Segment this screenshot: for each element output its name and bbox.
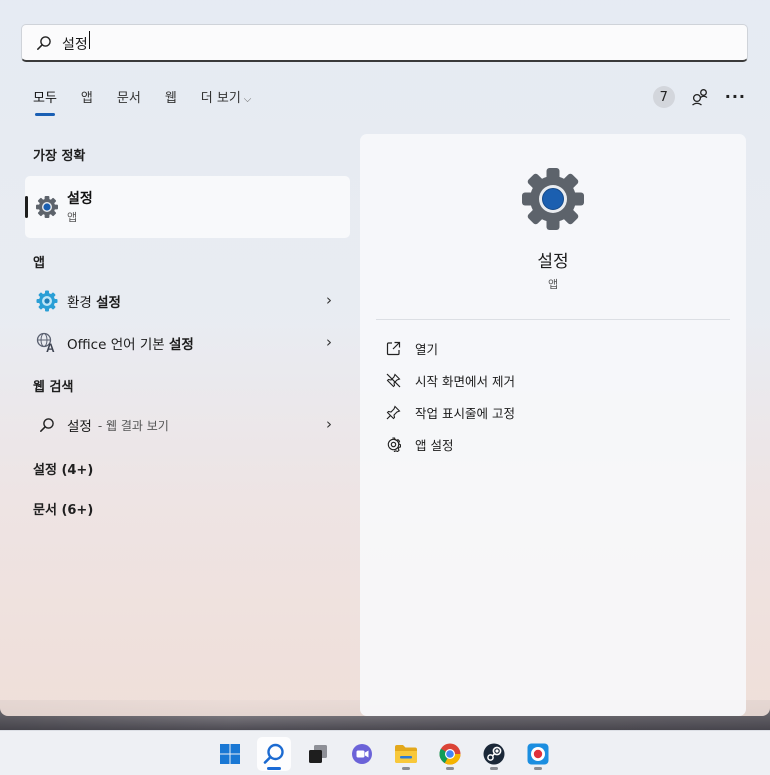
action-app-settings[interactable]: 앱 설정 — [386, 433, 453, 455]
rewards-badge[interactable]: 7 — [652, 86, 675, 108]
settings-gear-icon — [522, 168, 584, 230]
app-result-label: 환경 설정 — [67, 295, 121, 311]
text-caret — [88, 31, 90, 49]
filter-tabs: 모두 앱 문서 웹 더 보기 ⌵ — [21, 84, 264, 116]
web-result-sub: - 웹 결과 보기 — [97, 418, 169, 433]
search-icon — [37, 35, 51, 50]
taskbar — [0, 730, 770, 775]
app-result-office-language-settings[interactable]: A Office 언어 기본 설정 › — [25, 325, 350, 361]
settings-gear-icon — [36, 196, 58, 218]
section-apps: 앱 — [33, 256, 45, 271]
selection-indicator — [25, 196, 28, 218]
unpin-icon — [386, 373, 401, 387]
open-icon — [386, 341, 401, 355]
start-button[interactable] — [213, 737, 247, 771]
record-icon — [527, 743, 549, 765]
action-open[interactable]: 열기 — [386, 337, 438, 359]
chevron-down-icon: ⌵ — [243, 94, 252, 105]
section-settings-more[interactable]: 설정 (4+) — [33, 459, 93, 478]
action-pin-taskbar[interactable]: 작업 표시줄에 고정 — [386, 401, 515, 423]
app-result-label: Office 언어 기본 설정 — [67, 337, 194, 353]
more-options-button[interactable]: ··· — [725, 89, 746, 105]
search-box[interactable]: 설정 — [21, 24, 748, 62]
tab-all[interactable]: 모두 — [21, 85, 69, 116]
file-explorer-button[interactable] — [389, 737, 423, 771]
pin-icon — [386, 405, 401, 419]
action-label: 열기 — [415, 341, 439, 357]
tab-documents[interactable]: 문서 — [105, 85, 153, 113]
web-result-label: 설정 — [67, 419, 92, 435]
running-indicator — [446, 767, 454, 770]
tab-more-label: 더 보기 — [200, 91, 241, 106]
running-indicator — [402, 767, 410, 770]
action-label: 시작 화면에서 제거 — [415, 373, 515, 389]
search-input[interactable]: 설정 — [62, 31, 90, 54]
app-result-environment-settings[interactable]: 환경 설정 › — [25, 283, 350, 319]
windows-logo-icon — [220, 744, 240, 764]
search-icon — [40, 418, 54, 432]
detail-pane: 설정 앱 열기 시작 화면에서 제거 작업 표시줄에 고정 앱 설정 — [360, 134, 746, 716]
task-view-icon — [309, 745, 327, 763]
chevron-right-icon: › — [326, 415, 332, 433]
task-view-button[interactable] — [301, 737, 335, 771]
section-best-match: 가장 정확 — [33, 149, 86, 164]
steam-icon — [483, 743, 505, 765]
tab-web[interactable]: 웹 — [153, 85, 189, 113]
running-indicator — [534, 767, 542, 770]
divider — [376, 319, 730, 320]
running-indicator — [490, 767, 498, 770]
web-result-item[interactable]: 설정 - 웹 결과 보기 › — [25, 407, 350, 443]
tab-apps[interactable]: 앱 — [69, 85, 105, 113]
office-language-icon: A — [36, 332, 55, 354]
steam-button[interactable] — [477, 737, 511, 771]
screen-recorder-button[interactable] — [521, 737, 555, 771]
svg-text:A: A — [46, 341, 55, 354]
detail-app-name: 설정 — [537, 252, 569, 272]
search-icon — [263, 743, 284, 764]
action-unpin-start[interactable]: 시작 화면에서 제거 — [386, 369, 515, 391]
chevron-right-icon: › — [326, 291, 332, 309]
gear-icon — [387, 436, 401, 452]
best-match-item[interactable]: 설정 앱 — [25, 176, 350, 238]
chevron-right-icon: › — [326, 333, 332, 351]
start-search-panel: 설정 모두 앱 문서 웹 더 보기 ⌵ 7 ··· 가장 정확 설정 앱 앱 환… — [0, 0, 770, 716]
tab-more[interactable]: 더 보기 ⌵ — [189, 85, 264, 113]
best-match-title: 설정 — [67, 191, 93, 207]
header-tools: 7 ··· — [652, 84, 746, 110]
chrome-button[interactable] — [433, 737, 467, 771]
section-web-search: 웹 검색 — [33, 380, 74, 395]
account-switch-icon[interactable] — [691, 88, 709, 106]
best-match-subtitle: 앱 — [67, 211, 78, 224]
action-label: 앱 설정 — [415, 437, 454, 453]
environment-settings-icon — [36, 290, 58, 312]
chat-icon — [352, 744, 372, 764]
teams-chat-button[interactable] — [345, 737, 379, 771]
folder-icon — [395, 745, 417, 763]
taskbar-search-button[interactable] — [257, 737, 291, 771]
detail-app-type: 앱 — [547, 278, 559, 291]
chrome-icon — [439, 743, 461, 765]
action-label: 작업 표시줄에 고정 — [415, 405, 515, 421]
active-indicator — [267, 767, 281, 770]
section-documents-more[interactable]: 문서 (6+) — [33, 499, 93, 518]
